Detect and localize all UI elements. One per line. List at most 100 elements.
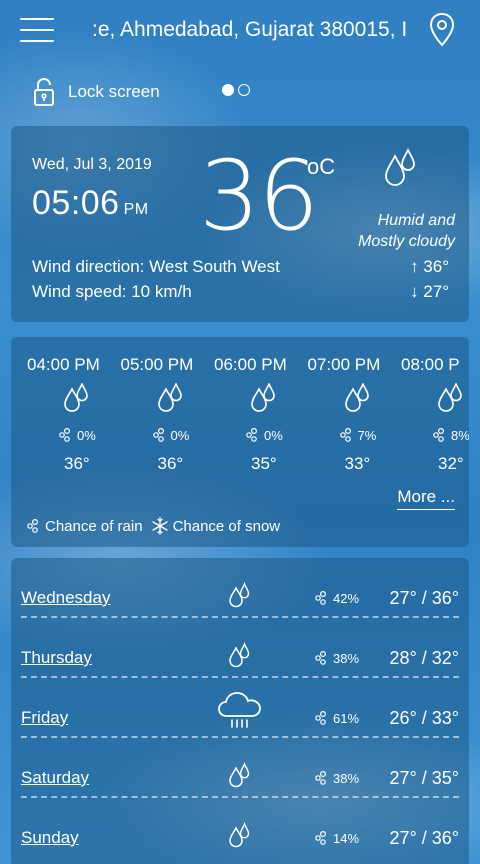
drops-icon: [385, 148, 415, 186]
page-dot[interactable]: [238, 84, 250, 96]
drops-icon: [438, 383, 462, 412]
current-date: Wed, Jul 3, 2019: [32, 156, 152, 173]
wind-direction: Wind direction: West South West: [32, 257, 280, 276]
day-rain-value: 14%: [333, 830, 360, 846]
day-name: Sunday: [21, 828, 79, 847]
day-name: Saturday: [21, 768, 90, 787]
top-bar: :e, Ahmedabad, Gujarat 380015, I: [0, 0, 480, 62]
hour-time: 08:00 P: [401, 355, 460, 374]
hour-temp: 36°: [64, 454, 90, 473]
legend-rain-label: Chance of rain: [45, 517, 143, 535]
hour-rain-value: 8%: [451, 427, 469, 443]
menu-button[interactable]: [20, 16, 54, 44]
day-rain-chance: 38%: [313, 770, 359, 786]
hour-rain-value: 7%: [357, 427, 377, 443]
day-rain-value: 38%: [333, 650, 360, 666]
drops-icon: [229, 822, 250, 848]
day-rain-value: 38%: [333, 770, 360, 786]
drops-icon: [157, 383, 182, 412]
condition-line-2: Mostly cloudy: [358, 233, 455, 250]
menu-icon-line: [20, 29, 54, 31]
day-rain-chance: 38%: [313, 650, 359, 666]
page-dot-active[interactable]: [222, 84, 234, 96]
hour-time: 07:00 PM: [307, 355, 381, 374]
hour-rain-value: 0%: [264, 427, 283, 443]
time-value: 05:06: [32, 184, 120, 222]
lock-screen-label: Lock screen: [68, 82, 160, 101]
page-indicator: [222, 84, 250, 96]
raindrops-icon: [59, 427, 71, 442]
raindrops-icon: [315, 830, 327, 845]
drops-icon: [344, 383, 369, 412]
raindrops-icon: [433, 427, 445, 442]
hour-temp: 35°: [251, 454, 277, 473]
condition-text: Humid and Mostly cloudy: [315, 210, 455, 252]
drops-icon: [229, 582, 250, 608]
daily-row-sunday[interactable]: Sunday 14% 27° / 36°: [21, 798, 459, 858]
hour-rain-chance: 0%: [244, 427, 283, 443]
wind-speed: Wind speed: 10 km/h: [32, 282, 192, 301]
day-temps: 27° / 35°: [389, 768, 459, 788]
daily-row-thursday[interactable]: Thursday 38% 28° / 32°: [21, 618, 459, 678]
hour-time: 06:00 PM: [214, 355, 287, 374]
day-rain-chance: 14%: [313, 830, 359, 846]
hour-time: 04:00 PM: [27, 355, 100, 374]
raindrops-icon: [315, 710, 327, 725]
snowflake-icon: [151, 517, 168, 535]
low-temperature: ↓ 27°: [410, 282, 449, 301]
hourly-forecast-card: 04:00 PM 0% 36° 05:00 PM 0% 36° 06:00 PM…: [11, 337, 469, 547]
hour-rain-chance: 8%: [431, 427, 469, 443]
hour-item[interactable]: 08:00 P 8% 32°: [401, 355, 469, 475]
condition-line-1: Humid and: [377, 212, 455, 229]
time-ampm: PM: [123, 201, 149, 218]
hour-rain-chance: 0%: [151, 427, 190, 443]
day-temps: 27° / 36°: [389, 588, 459, 608]
day-rain-chance: 61%: [313, 710, 359, 726]
hour-temp: 33°: [344, 454, 371, 473]
rain-cloud-icon: [218, 692, 261, 728]
day-name: Friday: [21, 708, 69, 727]
current-temperature: 36: [199, 140, 319, 252]
daily-forecast-card: Wednesday 42% 27° / 36° Thursday 38% 28°…: [11, 558, 469, 864]
hour-temp: 36°: [157, 454, 184, 473]
menu-icon-line: [20, 18, 54, 20]
raindrops-icon: [246, 427, 258, 442]
hour-time: 05:00 PM: [120, 355, 194, 374]
day-rain-value: 61%: [333, 710, 360, 726]
lock-screen-toggle[interactable]: Lock screen: [32, 76, 160, 108]
raindrops-icon: [27, 518, 39, 533]
lock-icon: [34, 77, 54, 106]
daily-row-saturday[interactable]: Saturday 38% 27° / 35°: [21, 738, 459, 798]
raindrops-icon: [315, 770, 327, 785]
daily-row-wednesday[interactable]: Wednesday 42% 27° / 36°: [21, 558, 459, 618]
day-temps: 28° / 32°: [389, 648, 459, 668]
location-pin-icon[interactable]: [428, 12, 456, 48]
drops-icon: [229, 642, 250, 668]
hour-rain-chance: 0%: [57, 427, 96, 443]
day-temps: 26° / 33°: [389, 708, 459, 728]
high-temperature: ↑ 36°: [410, 257, 449, 276]
hour-item[interactable]: 04:00 PM 0% 36°: [27, 355, 121, 475]
legend-snow-label: Chance of snow: [172, 517, 281, 535]
hour-rain-value: 0%: [170, 427, 190, 443]
drops-icon: [64, 383, 88, 412]
raindrops-icon: [339, 427, 351, 442]
forecast-legend: Chance of rain Chance of snow: [25, 517, 280, 535]
hour-item[interactable]: 06:00 PM 0% 35°: [214, 355, 308, 475]
drops-icon: [251, 383, 275, 412]
day-rain-chance: 42%: [313, 590, 359, 606]
raindrops-icon: [315, 650, 327, 665]
location-label[interactable]: :e, Ahmedabad, Gujarat 380015, I: [92, 18, 410, 42]
day-rain-value: 42%: [333, 590, 360, 606]
hourly-list[interactable]: 04:00 PM 0% 36° 05:00 PM 0% 36° 06:00 PM…: [27, 355, 469, 475]
current-weather-card: Wed, Jul 3, 2019 05:06 PM 36 oC Humid and…: [11, 126, 469, 322]
hour-rain-chance: 7%: [338, 427, 377, 443]
daily-row-friday[interactable]: Friday 61% 26° / 33°: [21, 678, 459, 738]
hour-item[interactable]: 07:00 PM 7% 33°: [308, 355, 402, 475]
hour-item[interactable]: 05:00 PM 0% 36°: [121, 355, 215, 475]
current-time: 05:06 PM: [32, 184, 149, 223]
temperature-unit[interactable]: oC: [307, 154, 335, 180]
hour-temp: 32°: [438, 454, 464, 473]
more-link[interactable]: More ...: [397, 487, 455, 510]
raindrops-icon: [152, 427, 164, 442]
